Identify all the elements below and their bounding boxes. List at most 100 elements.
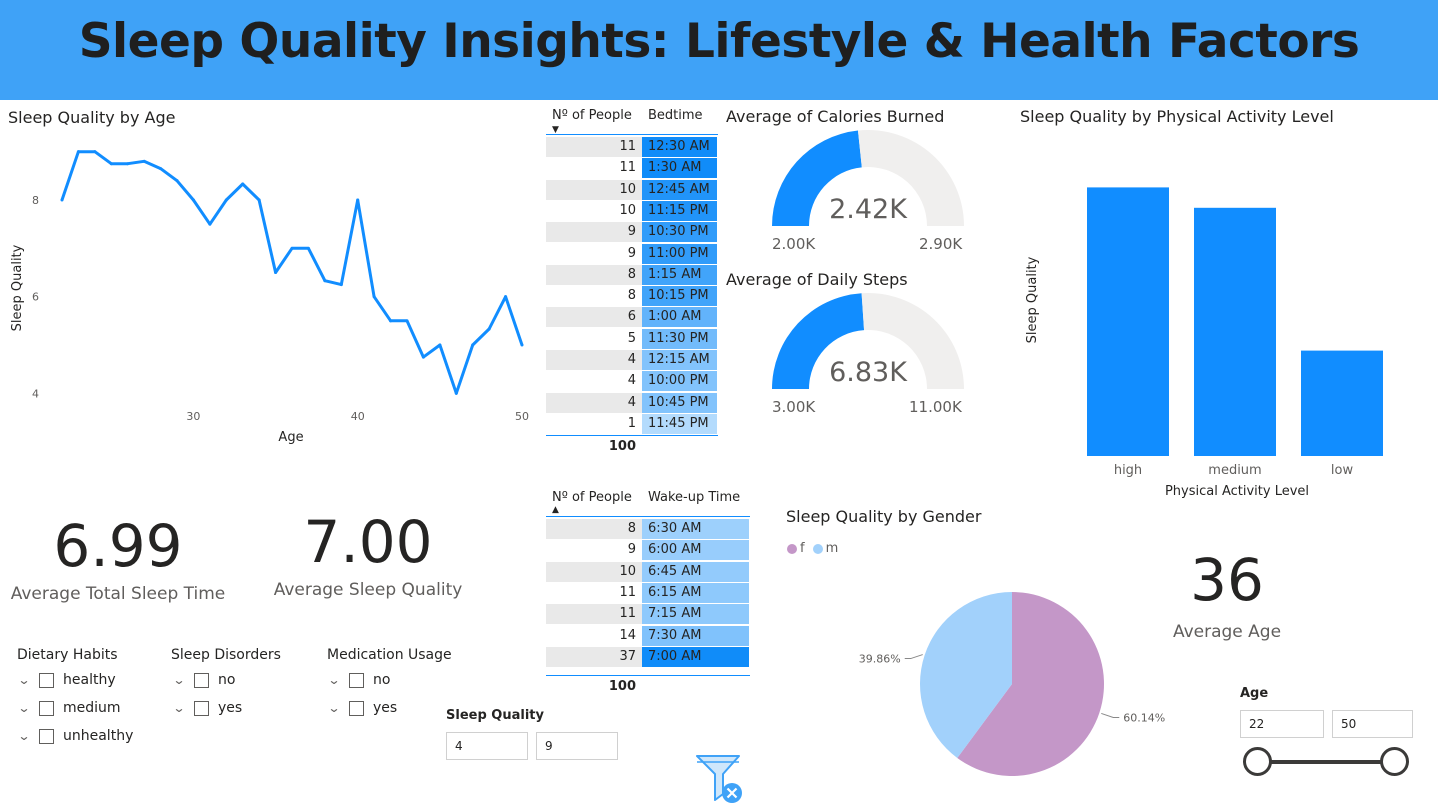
slicer-option[interactable]: ⌄ no: [172, 670, 235, 690]
checkbox[interactable]: [39, 700, 54, 716]
chevron-down-icon[interactable]: ⌄: [170, 673, 188, 687]
line-point[interactable]: [454, 391, 458, 395]
table-row[interactable]: 4 10:45 PM: [546, 392, 717, 413]
checkbox[interactable]: [194, 700, 209, 716]
line-point[interactable]: [257, 198, 261, 202]
table-row[interactable]: 4 10:00 PM: [546, 371, 717, 392]
age-slider-min-handle[interactable]: [1243, 747, 1272, 776]
line-point[interactable]: [191, 198, 195, 202]
legend-label-m[interactable]: m: [826, 541, 839, 556]
chevron-down-icon[interactable]: ⌄: [325, 701, 343, 715]
bedtime-col-people-header[interactable]: Nº of People: [552, 108, 632, 123]
line-point[interactable]: [224, 198, 228, 202]
table-row[interactable]: 5 11:30 PM: [546, 328, 717, 349]
line-point[interactable]: [76, 150, 80, 154]
slicer-option[interactable]: ⌄ yes: [327, 698, 397, 718]
chevron-down-icon[interactable]: ⌄: [325, 673, 343, 687]
chevron-down-icon[interactable]: ⌄: [15, 673, 33, 687]
table-row[interactable]: 11 1:30 AM: [546, 158, 717, 179]
checkbox[interactable]: [349, 672, 364, 688]
table-row[interactable]: 11 7:15 AM: [546, 604, 749, 625]
line-point[interactable]: [520, 343, 524, 347]
line-point[interactable]: [356, 198, 360, 202]
chevron-down-icon[interactable]: ⌄: [15, 701, 33, 715]
line-point[interactable]: [504, 295, 508, 299]
line-point[interactable]: [142, 159, 146, 163]
table-row[interactable]: 4 12:15 AM: [546, 350, 717, 370]
sort-asc-icon[interactable]: ▲: [552, 505, 559, 515]
table-row[interactable]: 10 6:45 AM: [546, 561, 749, 582]
line-point[interactable]: [208, 222, 212, 226]
age-max-input[interactable]: 50: [1332, 710, 1413, 738]
table-row[interactable]: 10 12:45 AM: [546, 179, 717, 200]
line-point[interactable]: [471, 343, 475, 347]
slicer-option[interactable]: ⌄ yes: [172, 698, 242, 718]
age-slider-max-handle[interactable]: [1380, 747, 1409, 776]
line-point[interactable]: [159, 167, 163, 171]
line-point[interactable]: [389, 319, 393, 323]
slicer-option[interactable]: ⌄ medium: [15, 698, 120, 718]
line-point[interactable]: [241, 182, 245, 186]
people-count-cell: 11: [546, 137, 642, 157]
table-header-divider: [546, 516, 750, 517]
checkbox[interactable]: [39, 728, 54, 744]
table-row[interactable]: 10 11:15 PM: [546, 200, 717, 221]
table-row[interactable]: 8 1:15 AM: [546, 264, 717, 285]
bedtime-table[interactable]: Nº of People ▼ Bedtime 11 12:30 AM 11 1:30 …: [546, 104, 718, 464]
line-point[interactable]: [290, 246, 294, 250]
table-row[interactable]: 11 6:15 AM: [546, 582, 749, 603]
bedtime-col-time-header[interactable]: Bedtime: [648, 108, 703, 123]
line-point[interactable]: [372, 295, 376, 299]
wakeup-col-people-header[interactable]: Nº of People: [552, 490, 632, 505]
table-row[interactable]: 9 10:30 PM: [546, 222, 717, 243]
sleep-quality-max-input[interactable]: 9: [536, 732, 618, 760]
wakeup-col-time-header[interactable]: Wake-up Time: [648, 490, 740, 505]
line-point[interactable]: [93, 150, 97, 154]
chevron-down-icon[interactable]: ⌄: [170, 701, 188, 715]
checkbox[interactable]: [349, 700, 364, 716]
line-point[interactable]: [405, 319, 409, 323]
checkbox[interactable]: [39, 672, 54, 688]
age-slider-track[interactable]: [1257, 760, 1395, 764]
slicer-option[interactable]: ⌄ healthy: [15, 670, 116, 690]
table-row[interactable]: 1 11:45 PM: [546, 413, 717, 434]
bar-chart[interactable]: Sleep Quality Physical Activity Level hi…: [1010, 128, 1430, 508]
line-point[interactable]: [438, 343, 442, 347]
chevron-down-icon[interactable]: ⌄: [15, 729, 33, 743]
line-point[interactable]: [274, 271, 278, 274]
table-row[interactable]: 9 6:00 AM: [546, 540, 749, 561]
wakeup-table[interactable]: Nº of People ▲ Wake-up Time 8 6:30 AM 9 6:0…: [546, 486, 750, 701]
slicer-option-label: healthy: [63, 672, 116, 688]
bar-low[interactable]: [1301, 350, 1383, 456]
line-chart[interactable]: Sleep Quality Age 4 6 8 30 40 50: [0, 128, 540, 458]
line-point[interactable]: [109, 162, 113, 166]
table-total-divider: [546, 675, 750, 676]
slicer-option[interactable]: ⌄ no: [327, 670, 390, 690]
bar-high[interactable]: [1087, 187, 1169, 456]
line-point[interactable]: [339, 283, 343, 287]
line-point[interactable]: [175, 179, 179, 183]
line-point[interactable]: [306, 246, 310, 250]
age-min-input[interactable]: 22: [1240, 710, 1324, 738]
line-point[interactable]: [323, 279, 327, 283]
table-row[interactable]: 37 7:00 AM: [546, 646, 749, 667]
people-count-cell: 37: [546, 646, 642, 667]
clear-filter-icon[interactable]: [694, 752, 746, 806]
line-series[interactable]: [60, 150, 524, 395]
slicer-option[interactable]: ⌄ unhealthy: [17, 726, 133, 746]
line-point[interactable]: [60, 198, 64, 202]
legend-label-f[interactable]: f: [800, 541, 805, 556]
checkbox[interactable]: [194, 672, 209, 688]
line-point[interactable]: [126, 162, 130, 166]
pie-chart[interactable]: 60.14% 39.86%: [840, 580, 1180, 790]
bar-medium[interactable]: [1194, 207, 1276, 456]
sleep-quality-min-input[interactable]: 4: [446, 732, 528, 760]
line-point[interactable]: [421, 355, 425, 359]
table-row[interactable]: 6 1:00 AM: [546, 307, 717, 328]
table-row[interactable]: 9 11:00 PM: [546, 243, 717, 264]
table-row[interactable]: 8 6:30 AM: [546, 519, 749, 539]
table-row[interactable]: 11 12:30 AM: [546, 137, 717, 157]
table-row[interactable]: 8 10:15 PM: [546, 286, 717, 307]
line-point[interactable]: [487, 327, 491, 331]
table-row[interactable]: 14 7:30 AM: [546, 625, 749, 646]
